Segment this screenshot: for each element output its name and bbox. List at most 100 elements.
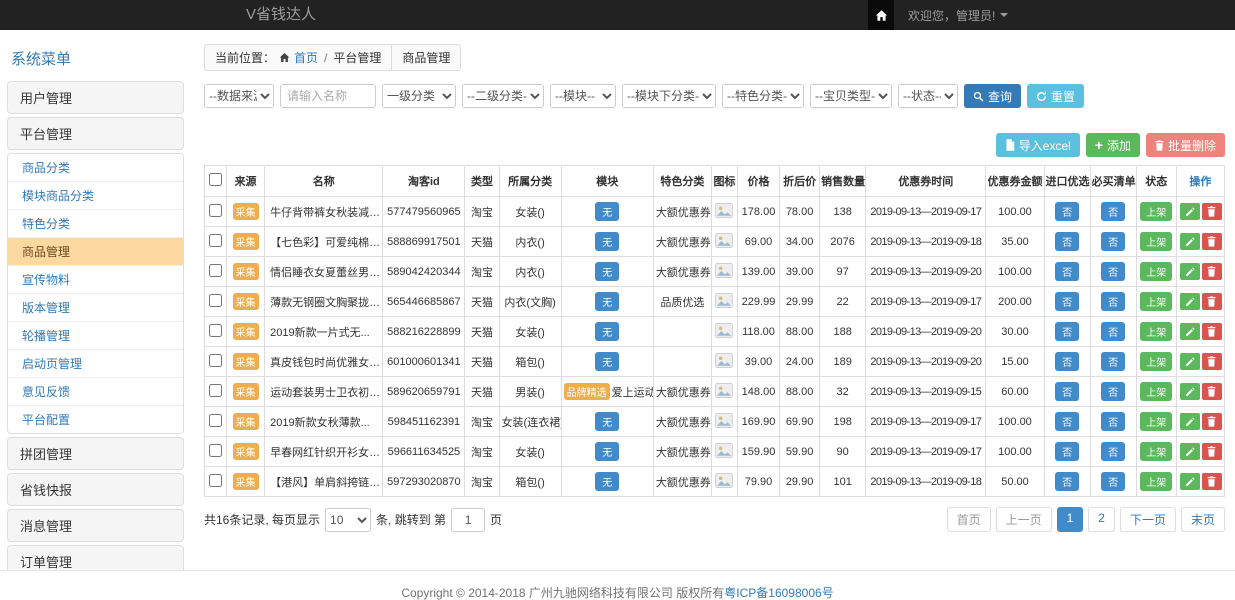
sidebar-item[interactable]: 用户管理 [7, 81, 184, 114]
import-toggle[interactable]: 否 [1055, 292, 1079, 311]
filter-module-sub-select[interactable]: --模块下分类-- [622, 84, 716, 108]
filter-name-input[interactable] [280, 84, 376, 108]
import-toggle[interactable]: 否 [1055, 322, 1079, 341]
add-button[interactable]: + 添加 [1086, 133, 1140, 157]
sidebar-subitem[interactable]: 轮播管理 [8, 322, 183, 350]
edit-button[interactable] [1180, 203, 1200, 220]
import-toggle[interactable]: 否 [1055, 352, 1079, 371]
must-buy-toggle[interactable]: 否 [1101, 442, 1125, 461]
select-all-checkbox[interactable] [209, 173, 222, 186]
status-toggle[interactable]: 上架 [1140, 382, 1172, 401]
pager-first[interactable]: 首页 [947, 507, 991, 532]
filter-feature-select[interactable]: --特色分类-- [722, 84, 804, 108]
home-button[interactable] [868, 0, 894, 30]
import-toggle[interactable]: 否 [1055, 412, 1079, 431]
pager-last[interactable]: 末页 [1181, 507, 1225, 532]
must-buy-toggle[interactable]: 否 [1101, 292, 1125, 311]
sidebar-subitem[interactable]: 版本管理 [8, 294, 183, 322]
delete-button[interactable] [1202, 323, 1222, 340]
batch-delete-button[interactable]: 批量删除 [1146, 133, 1225, 157]
import-toggle[interactable]: 否 [1055, 442, 1079, 461]
reset-button[interactable]: 重置 [1027, 84, 1084, 108]
sidebar-item[interactable]: 订单管理 [7, 545, 184, 570]
search-button[interactable]: 查询 [964, 84, 1021, 108]
must-buy-toggle[interactable]: 否 [1101, 352, 1125, 371]
edit-button[interactable] [1180, 413, 1200, 430]
sidebar-subitem[interactable]: 平台配置 [8, 406, 183, 433]
edit-button[interactable] [1180, 233, 1200, 250]
pager-page-1[interactable]: 1 [1057, 507, 1084, 532]
status-toggle[interactable]: 上架 [1140, 262, 1172, 281]
sidebar-subitem[interactable]: 商品分类 [8, 154, 183, 182]
row-checkbox[interactable] [209, 234, 222, 247]
status-toggle[interactable]: 上架 [1140, 442, 1172, 461]
edit-button[interactable] [1180, 323, 1200, 340]
per-page-select[interactable]: 10 [325, 508, 371, 532]
sidebar-subitem[interactable]: 特色分类 [8, 210, 183, 238]
import-toggle[interactable]: 否 [1055, 262, 1079, 281]
row-checkbox[interactable] [209, 264, 222, 277]
icp-link[interactable]: 粤ICP备16098006号 [724, 586, 833, 600]
sidebar-subitem[interactable]: 商品管理 [8, 238, 183, 266]
status-toggle[interactable]: 上架 [1140, 292, 1172, 311]
status-toggle[interactable]: 上架 [1140, 202, 1172, 221]
status-toggle[interactable]: 上架 [1140, 412, 1172, 431]
delete-button[interactable] [1202, 353, 1222, 370]
edit-button[interactable] [1180, 383, 1200, 400]
delete-button[interactable] [1202, 233, 1222, 250]
delete-button[interactable] [1202, 413, 1222, 430]
status-toggle[interactable]: 上架 [1140, 352, 1172, 371]
status-toggle[interactable]: 上架 [1140, 472, 1172, 491]
page-jump-input[interactable] [451, 508, 485, 532]
pager-next[interactable]: 下一页 [1120, 507, 1176, 532]
delete-button[interactable] [1202, 263, 1222, 280]
delete-button[interactable] [1202, 473, 1222, 490]
filter-level1-select[interactable]: 一级分类 [382, 84, 456, 108]
row-checkbox[interactable] [209, 444, 222, 457]
must-buy-toggle[interactable]: 否 [1101, 382, 1125, 401]
sidebar-item[interactable]: 省钱快报 [7, 473, 184, 506]
must-buy-toggle[interactable]: 否 [1101, 472, 1125, 491]
filter-data-source-select[interactable]: --数据来源-- [204, 84, 274, 108]
import-toggle[interactable]: 否 [1055, 472, 1079, 491]
row-checkbox[interactable] [209, 324, 222, 337]
breadcrumb-home-link[interactable]: 首页 [294, 49, 318, 66]
row-checkbox[interactable] [209, 294, 222, 307]
row-checkbox[interactable] [209, 414, 222, 427]
delete-button[interactable] [1202, 293, 1222, 310]
must-buy-toggle[interactable]: 否 [1101, 322, 1125, 341]
user-menu[interactable]: 欢迎您，管理员! [908, 0, 1008, 30]
sidebar-subitem[interactable]: 模块商品分类 [8, 182, 183, 210]
edit-button[interactable] [1180, 443, 1200, 460]
sidebar-item[interactable]: 拼团管理 [7, 437, 184, 470]
filter-level2-select[interactable]: --二级分类-- [462, 84, 544, 108]
pager-page-2[interactable]: 2 [1088, 507, 1115, 532]
sidebar-subitem[interactable]: 意见反馈 [8, 378, 183, 406]
sidebar-subitem[interactable]: 宣传物料 [8, 266, 183, 294]
row-checkbox[interactable] [209, 384, 222, 397]
pager-prev[interactable]: 上一页 [996, 507, 1052, 532]
sidebar-item[interactable]: 消息管理 [7, 509, 184, 542]
must-buy-toggle[interactable]: 否 [1101, 202, 1125, 221]
import-toggle[interactable]: 否 [1055, 382, 1079, 401]
edit-button[interactable] [1180, 263, 1200, 280]
import-excel-button[interactable]: 导入excel [996, 133, 1080, 157]
edit-button[interactable] [1180, 473, 1200, 490]
import-toggle[interactable]: 否 [1055, 202, 1079, 221]
edit-button[interactable] [1180, 293, 1200, 310]
delete-button[interactable] [1202, 443, 1222, 460]
delete-button[interactable] [1202, 383, 1222, 400]
edit-button[interactable] [1180, 353, 1200, 370]
row-checkbox[interactable] [209, 354, 222, 367]
breadcrumb-section[interactable]: 平台管理 [333, 49, 381, 66]
must-buy-toggle[interactable]: 否 [1101, 262, 1125, 281]
delete-button[interactable] [1202, 203, 1222, 220]
must-buy-toggle[interactable]: 否 [1101, 232, 1125, 251]
sidebar-item[interactable]: 平台管理 [7, 117, 184, 150]
sidebar-subitem[interactable]: 启动页管理 [8, 350, 183, 378]
filter-status-select[interactable]: --状态-- [898, 84, 958, 108]
filter-type-select[interactable]: --宝贝类型-- [810, 84, 892, 108]
must-buy-toggle[interactable]: 否 [1101, 412, 1125, 431]
status-toggle[interactable]: 上架 [1140, 232, 1172, 251]
filter-module-select[interactable]: --模块-- [550, 84, 616, 108]
